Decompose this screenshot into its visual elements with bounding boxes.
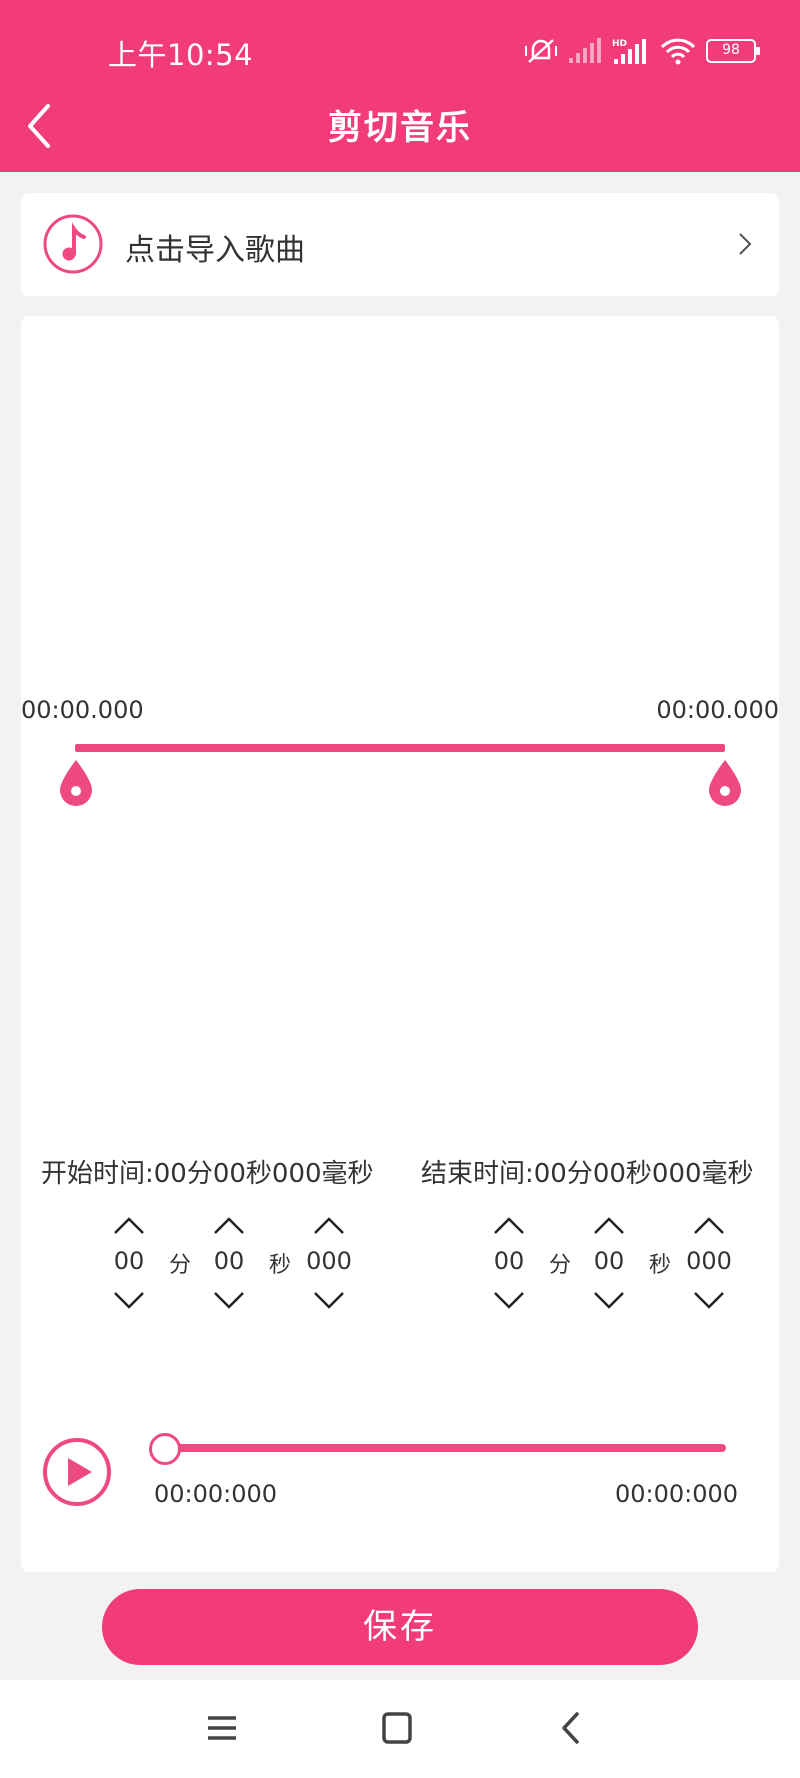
menu-icon[interactable] <box>200 1708 244 1748</box>
range-end-handle[interactable] <box>706 758 744 808</box>
end-seconds-up-icon[interactable] <box>593 1215 625 1235</box>
end-seconds-unit: 秒 <box>649 1253 672 1278</box>
end-time-block: 结束时间:00分00秒000毫秒 00 分 00 秒 000 <box>421 1153 781 1309</box>
end-minutes-value: 00 <box>493 1247 525 1275</box>
start-time-block: 开始时间:00分00秒000毫秒 00 分 00 秒 000 <box>41 1153 401 1309</box>
start-millis-spinner: 000 <box>299 1215 359 1315</box>
mute-vibrate-icon <box>525 39 557 63</box>
music-note-icon <box>43 214 103 274</box>
start-seconds-unit: 秒 <box>269 1253 292 1278</box>
progress-track[interactable] <box>158 1444 726 1452</box>
start-minutes-spinner: 00 <box>99 1215 159 1315</box>
start-minutes-up-icon[interactable] <box>113 1215 145 1235</box>
hd-signal-icon: HD <box>612 39 646 64</box>
start-millis-down-icon[interactable] <box>313 1291 345 1311</box>
end-millis-down-icon[interactable] <box>693 1291 725 1311</box>
start-minutes-value: 00 <box>113 1247 145 1275</box>
start-time-summary: 开始时间:00分00秒000毫秒 <box>41 1159 374 1189</box>
end-time-summary: 结束时间:00分00秒000毫秒 <box>421 1159 754 1189</box>
system-navbar <box>0 1680 800 1778</box>
save-button[interactable]: 保存 <box>102 1589 698 1665</box>
svg-text:HD: HD <box>612 39 627 49</box>
page-title: 剪切音乐 <box>328 108 472 148</box>
range-start-label: 00:00.000 <box>21 696 144 724</box>
end-minutes-down-icon[interactable] <box>493 1291 525 1311</box>
status-time: 上午10:54 <box>108 38 254 72</box>
end-minutes-spinner: 00 <box>479 1215 539 1315</box>
end-minutes-up-icon[interactable] <box>493 1215 525 1235</box>
start-seconds-down-icon[interactable] <box>213 1291 245 1311</box>
import-song-label: 点击导入歌曲 <box>125 233 305 268</box>
range-end-label: 00:00.000 <box>656 696 779 724</box>
end-millis-value: 000 <box>686 1247 732 1275</box>
end-seconds-spinner: 00 <box>579 1215 639 1315</box>
start-seconds-spinner: 00 <box>199 1215 259 1315</box>
header: 上午10:54 HD 98 剪切音乐 <box>0 0 800 172</box>
end-millis-spinner: 000 <box>679 1215 739 1315</box>
start-millis-up-icon[interactable] <box>313 1215 345 1235</box>
progress-knob[interactable] <box>149 1433 181 1465</box>
total-time: 00:00:000 <box>614 1480 738 1508</box>
import-song-row[interactable]: 点击导入歌曲 <box>21 193 779 296</box>
signal-icon <box>569 38 601 63</box>
home-icon[interactable] <box>375 1708 419 1748</box>
start-seconds-value: 00 <box>213 1247 245 1275</box>
start-minutes-down-icon[interactable] <box>113 1291 145 1311</box>
end-seconds-down-icon[interactable] <box>593 1291 625 1311</box>
battery-icon: 98 <box>706 39 760 63</box>
end-time-spinners: 00 分 00 秒 000 <box>421 1215 781 1315</box>
editor-card: 00:00.000 00:00.000 开始时间:00分00秒000毫秒 00 … <box>21 316 779 1572</box>
wifi-icon <box>660 38 696 65</box>
start-seconds-up-icon[interactable] <box>213 1215 245 1235</box>
start-millis-value: 000 <box>306 1247 352 1275</box>
status-icons: HD 98 <box>524 34 760 68</box>
current-time: 00:00:000 <box>154 1480 278 1508</box>
start-minutes-unit: 分 <box>169 1253 192 1278</box>
range-start-handle[interactable] <box>57 758 95 808</box>
battery-level: 98 <box>722 42 740 58</box>
chevron-right-icon <box>739 233 752 255</box>
start-time-spinners: 00 分 00 秒 000 <box>41 1215 401 1315</box>
end-minutes-unit: 分 <box>549 1253 572 1278</box>
range-bar <box>75 744 725 752</box>
end-millis-up-icon[interactable] <box>693 1215 725 1235</box>
nav-back-icon[interactable] <box>550 1708 594 1748</box>
end-seconds-value: 00 <box>593 1247 625 1275</box>
play-icon[interactable] <box>41 1436 113 1508</box>
